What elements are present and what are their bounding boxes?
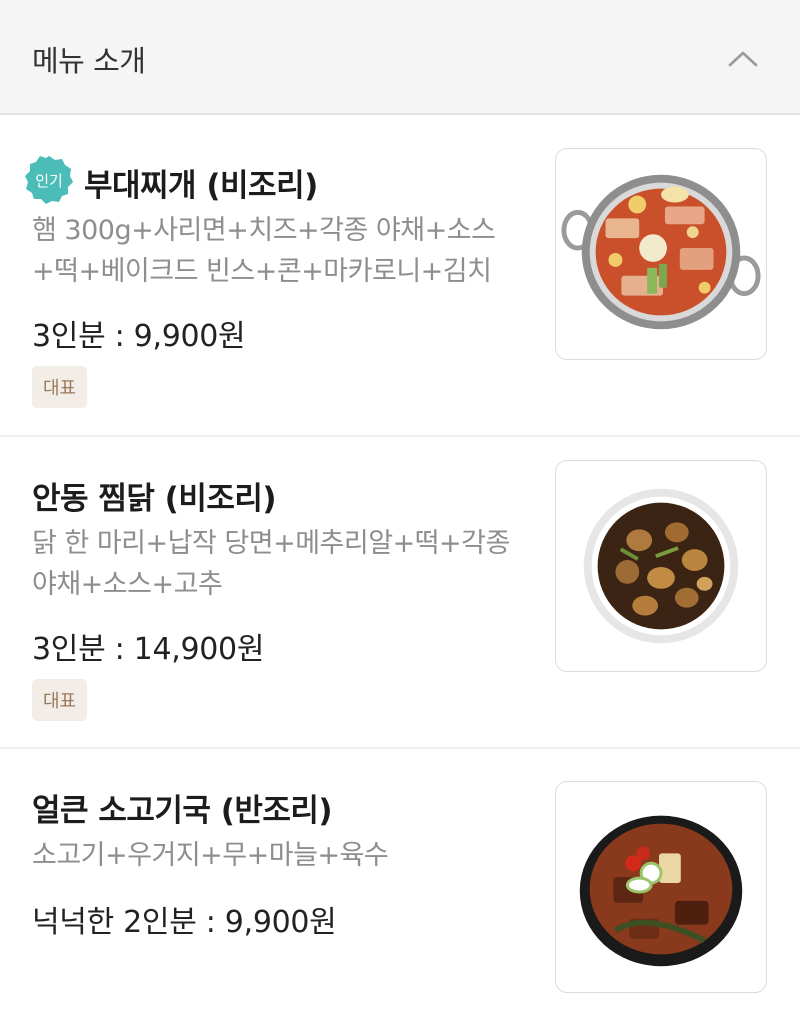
menu-item-description: 햄 300g+사리면+치즈+각종 야채+소스+떡+베이크드 빈스+콘+마카로니+… [32,215,496,287]
menu-item-price: 3인분 : 14,900원 [32,632,265,667]
menu-item-title: 안동 찜닭 (비조리) [32,481,277,517]
andong-jjimdak-photo[interactable] [555,460,767,672]
beef-soup-photo[interactable] [555,781,767,993]
signature-tag: 대표 [32,366,88,408]
menu-item-title: 부대찌개 (비조리) [84,168,318,204]
menu-item-price: 넉넉한 2인분 : 9,900원 [32,905,337,940]
budae-jjigae-photo[interactable] [555,148,767,360]
menu-item-beef-soup[interactable]: 얼큰 소고기국 (반조리) 소고기+우거지+무+마늘+육수 넉넉한 2인분 : … [0,749,800,1019]
popular-badge-label: 인기 [35,172,63,190]
menu-section-header[interactable]: 메뉴 소개 [0,0,800,115]
popular-badge: 인기 [25,156,73,204]
menu-item-title: 얼큰 소고기국 (반조리) [32,793,333,829]
menu-item-description: 소고기+우거지+무+마늘+육수 [32,840,389,871]
menu-item-budae-jjigae[interactable]: 인기 부대찌개 (비조리) 햄 300g+사리면+치즈+각종 야채+소스+떡+베… [0,115,800,437]
menu-item-price: 3인분 : 9,900원 [32,319,246,354]
signature-tag: 대표 [32,679,88,721]
section-title: 메뉴 소개 [32,44,146,78]
menu-item-andong-jjimdak[interactable]: 안동 찜닭 (비조리) 닭 한 마리+납작 당면+메추리알+떡+각종 야채+소스… [0,437,800,749]
chevron-up-icon[interactable] [728,44,758,74]
menu-item-description: 닭 한 마리+납작 당면+메추리알+떡+각종 야채+소스+고추 [32,528,510,600]
